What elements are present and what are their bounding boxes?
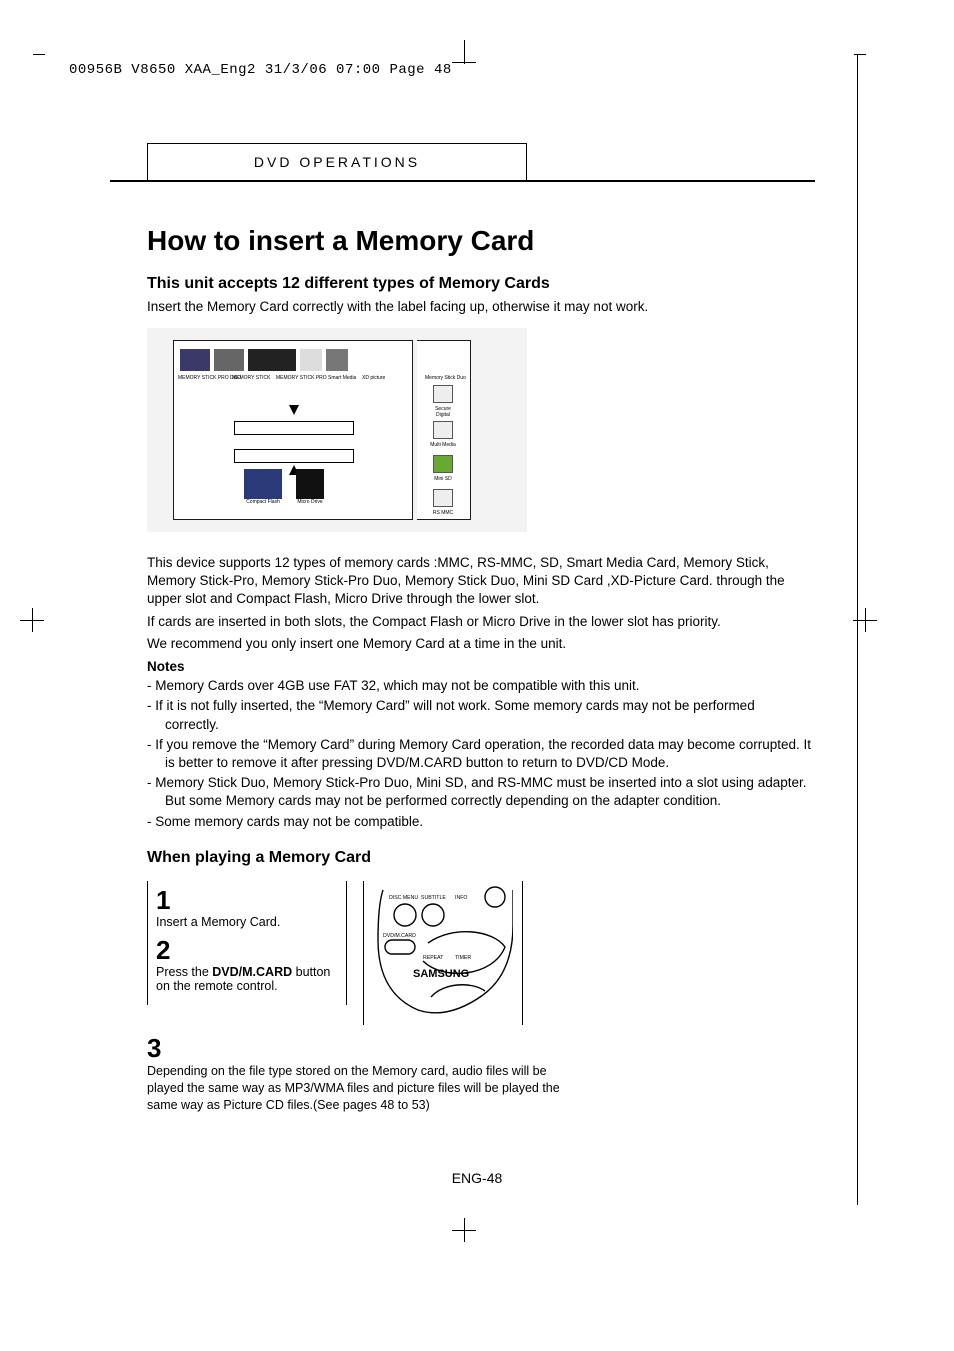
note-item: Memory Cards over 4GB use FAT 32, which …: [147, 677, 812, 695]
card-icon-row: [180, 349, 406, 371]
remote-label-timer: TIMER: [455, 955, 471, 961]
page-title: How to insert a Memory Card: [147, 225, 812, 257]
trim-tick-left: [33, 54, 45, 55]
rsmmc-card-icon: [433, 489, 453, 507]
prepress-header: 00956B V8650 XAA_Eng2 31/3/06 07:00 Page…: [69, 62, 452, 78]
step-number-1: 1: [156, 887, 338, 913]
notes-heading: Notes: [147, 659, 812, 674]
step-number-3: 3: [147, 1035, 567, 1061]
card-label: Multi Media: [430, 442, 456, 448]
steps-row: 1 Insert a Memory Card. 2 Press the DVD/…: [147, 881, 812, 1025]
upper-slot: [234, 421, 354, 435]
body-paragraph: If cards are inserted in both slots, the…: [147, 613, 812, 631]
step-number-2: 2: [156, 937, 338, 963]
remote-label-info: INFO: [455, 895, 467, 901]
card-icon: [180, 349, 210, 371]
remote-label-brand: SAMSUNG: [413, 968, 469, 980]
section-tab-label: DVD OPERATIONS: [254, 154, 420, 170]
intro-text: Insert the Memory Card correctly with th…: [147, 299, 812, 314]
card-label: Compact Flash: [244, 499, 282, 505]
body-paragraph: We recommend you only insert one Memory …: [147, 635, 812, 653]
step-3-block: 3 Depending on the file type stored on t…: [147, 1035, 567, 1114]
remote-illustration: DISC MENU SUBTITLE INFO DVD/M.CARD REPEA…: [373, 885, 513, 1015]
remote-illustration-box: DISC MENU SUBTITLE INFO DVD/M.CARD REPEA…: [363, 881, 523, 1025]
card-label: Mini SD: [434, 476, 452, 482]
card-label: MEMORY STICK: [232, 375, 270, 381]
note-item: If it is not fully inserted, the “Memory…: [147, 697, 812, 733]
card-label: Micro Drive: [296, 499, 324, 505]
subheading: This unit accepts 12 different types of …: [147, 275, 812, 293]
note-item: If you remove the “Memory Card” during M…: [147, 736, 812, 772]
remote-label-dvdmcard: DVD/M.CARD: [383, 933, 416, 939]
memory-card-slots-figure: MEMORY STICK PRO DUO MEMORY STICK MEMORY…: [147, 328, 527, 532]
step-2-pre: Press the: [156, 965, 212, 979]
step-2-bold: DVD/M.CARD: [212, 965, 292, 979]
bottom-card-row: Compact Flash Micro Drive: [244, 469, 324, 505]
page-number: ENG-48: [0, 1170, 954, 1186]
card-label: Secure Digital: [429, 406, 457, 418]
mmc-card-icon: [433, 421, 453, 439]
slot-panel: MEMORY STICK PRO DUO MEMORY STICK MEMORY…: [173, 340, 413, 520]
step-1-text: Insert a Memory Card.: [156, 915, 338, 929]
step-2-text: Press the DVD/M.CARD button on the remot…: [156, 965, 338, 993]
card-label: XD picture: [362, 375, 385, 381]
card-icon: [300, 349, 322, 371]
remote-label-disc-menu: DISC MENU: [389, 895, 418, 901]
card-icon: [214, 349, 244, 371]
sd-card-icon: [433, 385, 453, 403]
play-heading: When playing a Memory Card: [147, 849, 812, 867]
body-paragraph: This device supports 12 types of memory …: [147, 554, 812, 609]
remote-label-subtitle: SUBTITLE: [421, 895, 446, 901]
step-3-text: Depending on the file type stored on the…: [147, 1063, 567, 1114]
crop-mark-bottom: [452, 1220, 478, 1246]
side-card-list: Memory Stick Duo Secure Digital Multi Me…: [417, 340, 471, 520]
card-icon: [248, 349, 296, 371]
arrow-down-icon: [289, 405, 299, 415]
card-icon: [326, 349, 348, 371]
page-content: How to insert a Memory Card This unit ac…: [147, 225, 812, 1113]
section-tab: DVD OPERATIONS: [147, 143, 527, 181]
micro-drive-icon: [296, 469, 324, 499]
note-item: Memory Stick Duo, Memory Stick-Pro Duo, …: [147, 774, 812, 810]
trim-tick-right: [854, 54, 866, 55]
lower-slot: [234, 449, 354, 463]
minisd-card-icon: [433, 455, 453, 473]
crop-mark-top: [452, 50, 478, 76]
note-item: Some memory cards may not be compatible.: [147, 813, 812, 831]
card-label: Memory Stick Duo: [425, 375, 466, 381]
card-label: RS MMC: [433, 510, 453, 516]
section-divider: [110, 180, 815, 182]
compact-flash-icon: [244, 469, 282, 499]
remote-label-repeat: REPEAT: [423, 955, 444, 961]
trim-rule-right: [857, 55, 858, 1205]
card-label: Smart Media: [328, 375, 356, 381]
steps-12-box: 1 Insert a Memory Card. 2 Press the DVD/…: [147, 881, 347, 1005]
card-label: MEMORY STICK PRO: [276, 375, 327, 381]
crop-mark-left: [20, 610, 46, 636]
notes-list: Memory Cards over 4GB use FAT 32, which …: [147, 677, 812, 831]
